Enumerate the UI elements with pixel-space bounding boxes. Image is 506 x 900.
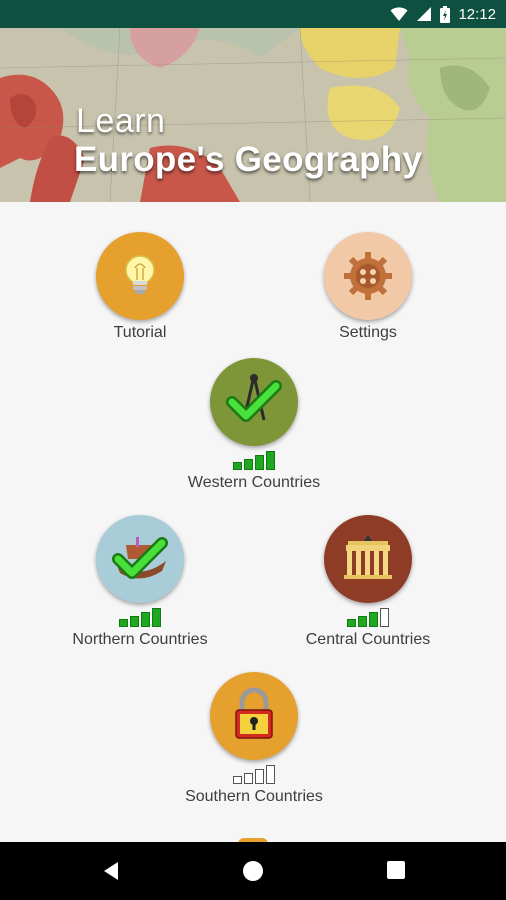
western-countries-tile[interactable]: Western Countries [144, 358, 364, 492]
western-progress-bars [144, 450, 364, 470]
home-icon[interactable] [241, 859, 265, 883]
recents-icon[interactable] [385, 859, 407, 881]
gear-icon [344, 252, 392, 300]
central-countries-label: Central Countries [305, 631, 431, 648]
progress-bar-2 [358, 616, 367, 627]
progress-bar-4 [266, 451, 275, 470]
settings-button[interactable] [324, 232, 412, 320]
western-countries-button[interactable] [210, 358, 298, 446]
southern-countries-tile[interactable]: Southern Countries [144, 672, 364, 806]
progress-bar-1 [347, 619, 356, 627]
signal-icon [417, 7, 432, 21]
progress-bar-3 [369, 612, 378, 627]
settings-tile[interactable]: Settings [258, 232, 478, 342]
title-learn: Learn [76, 102, 166, 140]
status-time: 12:12 [458, 5, 496, 23]
settings-label: Settings [339, 324, 397, 341]
status-icons: 12:12 [390, 4, 496, 24]
northern-countries-button[interactable] [96, 515, 184, 603]
northern-countries-tile[interactable]: Northern Countries [30, 515, 250, 649]
progress-bar-2 [130, 616, 139, 627]
northern-countries-label: Northern Countries [72, 631, 208, 648]
back-icon[interactable] [100, 859, 124, 883]
wifi-icon [390, 7, 408, 21]
progress-bar-4 [380, 608, 389, 627]
northern-progress-bars [30, 607, 250, 627]
southern-countries-label: Southern Countries [185, 788, 323, 805]
progress-bar-2 [244, 459, 253, 470]
battery-icon [440, 5, 451, 23]
progress-bar-4 [266, 765, 275, 784]
checkmark-ship-icon [112, 537, 168, 579]
lightbulb-icon [125, 255, 155, 294]
brandenburg-gate-icon [344, 535, 392, 579]
central-countries-button[interactable] [324, 515, 412, 603]
tutorial-tile[interactable]: Tutorial [30, 232, 250, 342]
southern-countries-button[interactable] [210, 672, 298, 760]
progress-bar-3 [255, 769, 264, 784]
status-bar: 12:12 [0, 0, 506, 28]
tutorial-button[interactable] [96, 232, 184, 320]
progress-bar-3 [141, 612, 150, 627]
progress-bar-1 [119, 619, 128, 627]
progress-bar-1 [233, 462, 242, 470]
checkmark-compass-icon [226, 374, 282, 422]
title-europe-geography: Europe's Geography [74, 140, 423, 179]
southern-progress-bars [144, 764, 364, 784]
central-progress-bars [258, 607, 478, 627]
progress-bar-2 [244, 773, 253, 784]
western-countries-label: Western Countries [187, 474, 321, 491]
menu-grid: Tutorial Settings Western Countries Nort… [0, 202, 506, 844]
central-countries-tile[interactable]: Central Countries [258, 515, 478, 649]
progress-bar-3 [255, 455, 264, 470]
progress-bar-4 [152, 608, 161, 627]
progress-bar-1 [233, 776, 242, 784]
navigation-bar [0, 842, 506, 900]
header-banner: Learn Europe's Geography [0, 28, 506, 202]
padlock-icon [235, 687, 273, 739]
tutorial-label: Tutorial [113, 324, 167, 341]
